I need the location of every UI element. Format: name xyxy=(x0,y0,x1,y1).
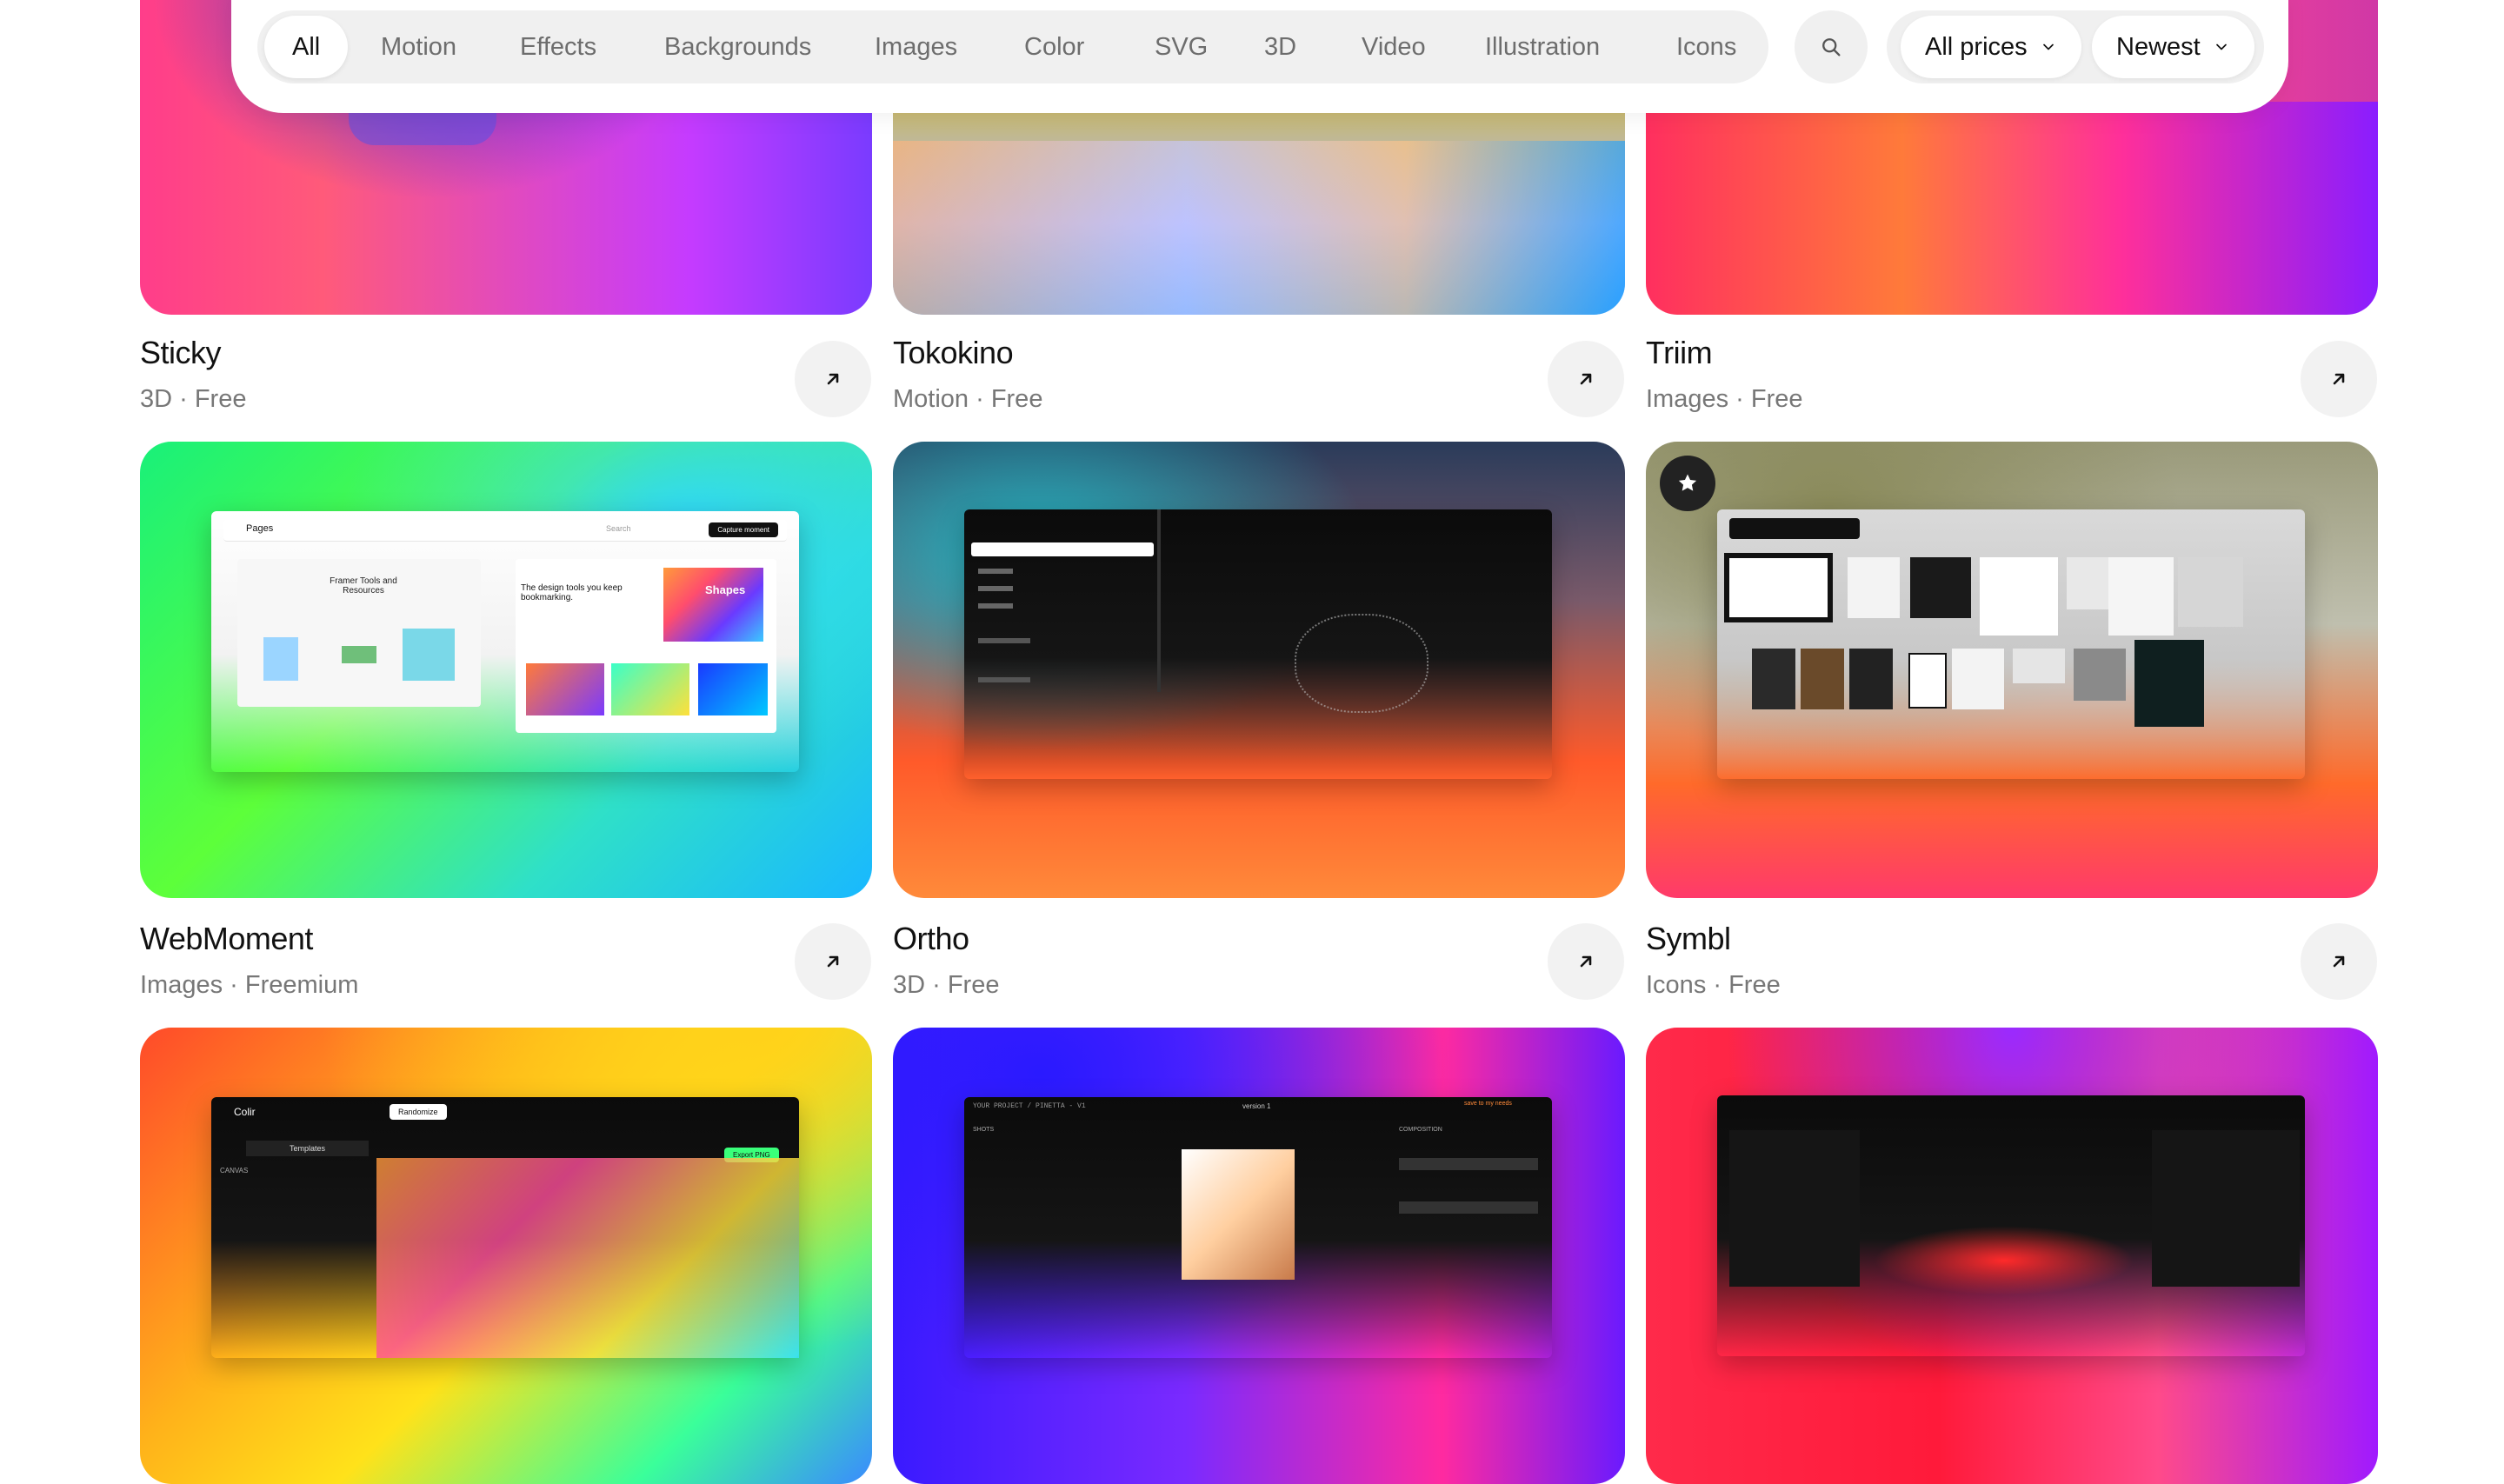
open-card-button[interactable] xyxy=(795,923,871,1000)
featured-badge xyxy=(1660,456,1715,511)
preview-version: version 1 xyxy=(1242,1102,1271,1110)
preview-topbar: Pages Search Capture moment xyxy=(223,520,787,542)
card-title: Triim xyxy=(1646,335,1713,370)
preview-save-button: save to my needs xyxy=(1464,1101,1512,1107)
sort-select-value: Newest xyxy=(2116,33,2201,61)
card-thumbnail[interactable] xyxy=(1646,442,2378,898)
preview-project: YOUR PROJECT / PINETTA - V1 xyxy=(973,1102,1086,1110)
app-preview: Colir Randomize Templates CANVAS Export … xyxy=(211,1097,799,1358)
preview-search-label: Search xyxy=(606,524,631,533)
preview-canvas-label: CANVAS xyxy=(220,1167,249,1175)
app-preview xyxy=(1717,509,2305,779)
open-card-button[interactable] xyxy=(2301,923,2377,1000)
open-card-button[interactable] xyxy=(2301,341,2377,417)
preview-heading: The design tools you keep bookmarking. xyxy=(521,583,623,602)
card-thumbnail[interactable] xyxy=(893,442,1625,898)
preview-shapes-label: Shapes xyxy=(705,583,746,596)
preview-heading: Framer Tools and Resources xyxy=(330,576,397,596)
preview-shots: SHOTS xyxy=(973,1127,995,1133)
star-icon xyxy=(1678,474,1697,491)
card-thumbnail[interactable] xyxy=(1646,1028,2378,1484)
card-title: Tokokino xyxy=(893,335,1014,370)
filter-color[interactable]: Color xyxy=(996,16,1112,78)
search-icon xyxy=(1822,38,1841,57)
preview-panel: Framer Tools and Resources xyxy=(237,559,481,707)
preview-composition: COMPOSITION xyxy=(1399,1127,1442,1133)
arrow-up-right-icon xyxy=(827,955,839,968)
preview-capture-button: Capture moment xyxy=(709,522,778,537)
search-button[interactable] xyxy=(1795,10,1868,83)
arrow-up-right-icon xyxy=(2333,955,2345,968)
filter-illustration[interactable]: Illustration xyxy=(1457,16,1628,78)
app-preview: Pages Search Capture moment Framer Tools… xyxy=(211,511,799,772)
arrow-up-right-icon xyxy=(2333,373,2345,385)
card-meta: Icons · Free xyxy=(1646,971,1781,999)
preview-brand: Colir xyxy=(234,1106,256,1118)
filter-backgrounds[interactable]: Backgrounds xyxy=(636,16,839,78)
card-title: Sticky xyxy=(140,335,222,370)
preview-randomize-button: Randomize xyxy=(390,1104,447,1120)
app-preview xyxy=(964,509,1552,779)
filter-effects[interactable]: Effects xyxy=(492,16,624,78)
card-title: WebMoment xyxy=(140,921,313,956)
preview-topbar xyxy=(1729,518,1860,539)
sort-select[interactable]: Newest xyxy=(2092,16,2254,78)
chevron-down-icon xyxy=(2215,43,2227,50)
card-meta: Images · Free xyxy=(1646,385,1803,413)
filter-video[interactable]: Video xyxy=(1334,16,1454,78)
preview-templates: Templates xyxy=(246,1141,370,1156)
card-meta: 3D · Free xyxy=(140,385,247,413)
price-select-value: All prices xyxy=(1925,33,2028,61)
card-thumbnail[interactable]: Colir Randomize Templates CANVAS Export … xyxy=(140,1028,872,1484)
filter-motion[interactable]: Motion xyxy=(353,16,484,78)
preview-panel: The design tools you keep bookmarking. S… xyxy=(516,559,776,733)
card-title: Ortho xyxy=(893,921,969,956)
card-title: Symbl xyxy=(1646,921,1731,956)
resource-grid: Sticky 3D · Free Tokokino Motion · Free … xyxy=(0,0,2504,1484)
card-meta: Motion · Free xyxy=(893,385,1043,413)
open-card-button[interactable] xyxy=(795,341,871,417)
filter-images[interactable]: Images xyxy=(847,16,985,78)
price-select[interactable]: All prices xyxy=(1901,16,2081,78)
arrow-up-right-icon xyxy=(1580,955,1592,968)
preview-pages-label: Pages xyxy=(246,523,274,534)
filter-icons[interactable]: Icons xyxy=(1648,16,1764,78)
card-meta: 3D · Free xyxy=(893,971,1000,999)
filter-bar: All Motion Effects Backgrounds Images Co… xyxy=(231,0,2288,113)
arrow-up-right-icon xyxy=(1580,373,1592,385)
filter-svg[interactable]: SVG xyxy=(1127,16,1235,78)
app-preview: YOUR PROJECT / PINETTA - V1 version 1 sa… xyxy=(964,1097,1552,1358)
open-card-button[interactable] xyxy=(1548,341,1624,417)
card-meta: Images · Freemium xyxy=(140,971,359,999)
card-thumbnail[interactable]: Pages Search Capture moment Framer Tools… xyxy=(140,442,872,898)
chevron-down-icon xyxy=(2042,43,2054,50)
app-preview xyxy=(1717,1095,2305,1356)
card-thumbnail[interactable]: YOUR PROJECT / PINETTA - V1 version 1 sa… xyxy=(893,1028,1625,1484)
filter-all[interactable]: All xyxy=(264,16,349,78)
arrow-up-right-icon xyxy=(827,373,839,385)
open-card-button[interactable] xyxy=(1548,923,1624,1000)
filter-3d[interactable]: 3D xyxy=(1236,16,1324,78)
